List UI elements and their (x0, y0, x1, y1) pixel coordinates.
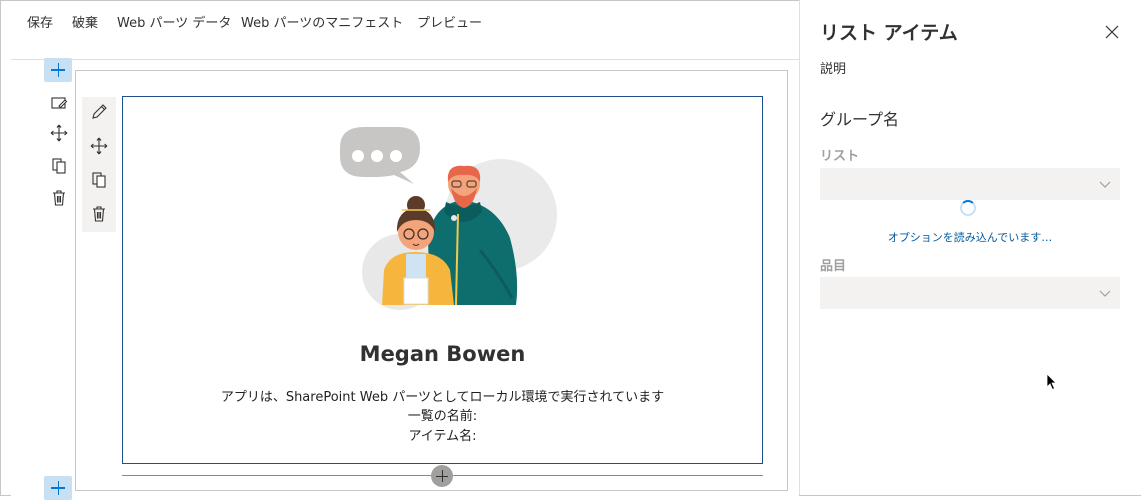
section-delete-icon[interactable] (48, 187, 70, 209)
add-section-bottom-button[interactable] (44, 476, 72, 500)
item-name-label: アイテム名: (408, 429, 477, 444)
webpart-edit-icon[interactable] (88, 101, 110, 123)
webpart-move-icon[interactable] (88, 135, 110, 157)
discard-button[interactable]: 破棄 (72, 12, 98, 31)
webpart-copy-icon[interactable] (88, 169, 110, 191)
chevron-down-icon (1099, 290, 1111, 297)
list-dropdown[interactable] (820, 168, 1120, 200)
chevron-down-icon (1099, 181, 1111, 188)
property-pane: リスト アイテム 説明 グループ名 リスト オプションを読み込んでいます… 品目 (799, 0, 1141, 495)
item-dropdown[interactable] (820, 277, 1120, 309)
command-bar: 保存 破棄 Web パーツ データ Web パーツのマニフェスト プレビュー (0, 0, 798, 44)
list-field-label: リスト (820, 149, 860, 164)
section-move-icon[interactable] (48, 122, 70, 144)
user-display-name: Megan Bowen (359, 342, 526, 366)
loading-spinner (960, 200, 976, 216)
group-name-heading: グループ名 (820, 110, 900, 129)
pane-title: リスト アイテム (820, 22, 958, 44)
webpart-data-button[interactable]: Web パーツ データ (117, 12, 231, 31)
add-section-top-button[interactable] (44, 58, 72, 82)
add-webpart-button[interactable] (431, 465, 453, 487)
list-name-label: 一覧の名前: (407, 409, 478, 424)
section-copy-icon[interactable] (48, 155, 70, 177)
close-icon[interactable] (1104, 24, 1120, 40)
item-field-label: 品目 (820, 259, 847, 274)
webpart-manifest-button[interactable]: Web パーツのマニフェスト (241, 12, 403, 31)
preview-button[interactable]: プレビュー (417, 12, 482, 31)
webpart-delete-icon[interactable] (88, 203, 110, 225)
section-edit-icon[interactable] (48, 92, 70, 114)
pane-description: 説明 (820, 62, 847, 77)
loading-options-text: オプションを読み込んでいます… (887, 231, 1053, 244)
save-button[interactable]: 保存 (27, 12, 53, 31)
mouse-cursor-icon (1046, 373, 1057, 391)
welcome-illustration (340, 127, 557, 310)
environment-message: アプリは、SharePoint Web パーツとしてローカル環境で実行されていま… (220, 390, 665, 405)
